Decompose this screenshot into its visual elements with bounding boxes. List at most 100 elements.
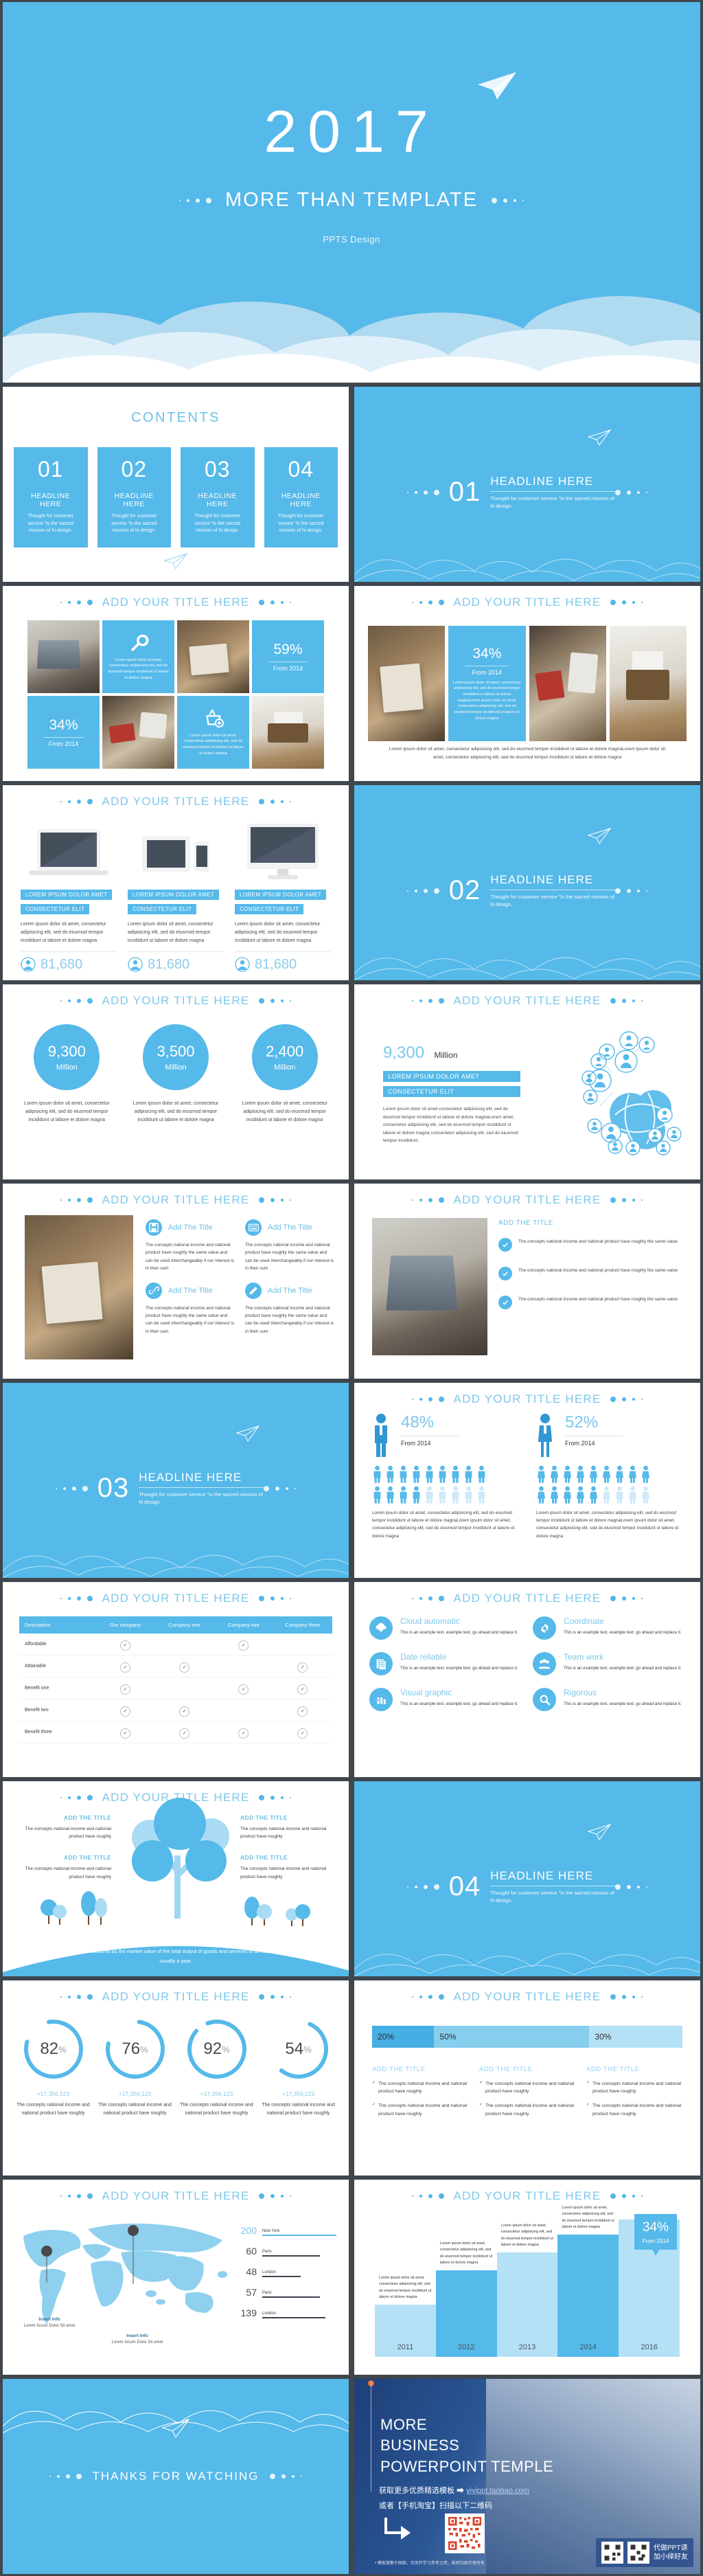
gauge-body: The concepts national income and nationa… [98, 2103, 172, 2116]
slide-comparison-table[interactable]: ADD YOUR TITLE HERE Description Our comp… [0, 1580, 352, 1779]
dots-right [259, 1795, 292, 1800]
slide-features[interactable]: ADD YOUR TITLE HERE Cloud automatic This… [352, 1580, 703, 1779]
dots-left [406, 888, 439, 894]
slide-promo[interactable]: MORE BUSINESS POWERPOINT TEMPLE 获取更多优质精选… [352, 2377, 703, 2576]
tree-item-body: The concepts national income and nationa… [240, 1866, 327, 1879]
promo-line-1: 获取更多优质精选模板 ➡ yiyippt.taobao.com [379, 2485, 529, 2496]
section-number: 02 [448, 875, 481, 906]
heading-line-3: POWERPOINT TEMPLE [380, 2457, 554, 2475]
dots-right [615, 1884, 648, 1890]
feature-item[interactable]: Visual graphic This is an example text. … [369, 1688, 522, 1711]
feature-item[interactable]: Coordinate This is an example text. exam… [533, 1616, 685, 1640]
slide-title: ADD YOUR TITLE HERE [102, 2189, 250, 2202]
slide-donut-gauges[interactable]: ADD YOUR TITLE HERE 82% +17,356,123 The … [0, 1978, 352, 2178]
device-count: 81,680 [235, 957, 297, 973]
slide-circle-stats[interactable]: ADD YOUR TITLE HERE 9,300 Million Lorem … [0, 982, 352, 1182]
slide-contents[interactable]: CONTENTS 01 HEADLINE HERE Thought for cu… [0, 385, 352, 584]
user-avatar-icon [128, 957, 143, 972]
slide-section-02[interactable]: 02 HEADLINE HERE Thought for customer se… [352, 783, 703, 982]
bullet-item: The concepts national income and nationa… [372, 2080, 468, 2095]
feature-card[interactable]: Add The Title The concepts national inco… [245, 1282, 335, 1336]
qr-code-small[interactable] [627, 2542, 649, 2564]
qr-code-small[interactable] [601, 2542, 623, 2564]
list-item-body: The concepts national income and nationa… [518, 1297, 678, 1302]
slide-tree[interactable]: ADD YOUR TITLE HERE ADD THE TITLE The co… [0, 1779, 352, 1978]
slide-section-03[interactable]: 03 HEADLINE HERE Thought for customer se… [0, 1381, 352, 1580]
row-cell: ✓ [273, 1660, 332, 1673]
cell-body: Lorem ipsum dolor sit amet, consectetur … [183, 733, 244, 756]
slide-thanks[interactable]: THANKS FOR WATCHING [0, 2377, 352, 2576]
network-body: Lorem ipsum dolor sit amet consectetur a… [383, 1107, 518, 1144]
feature-card[interactable]: Add The Title The concepts national inco… [146, 1219, 235, 1273]
stat-value: 34% [49, 717, 78, 733]
list-item[interactable]: The concepts national income and nationa… [498, 1267, 685, 1280]
slide-title[interactable]: 2017 MORE THAN TEMPLATE PPTS Design [0, 0, 703, 385]
device-tag-secondary: CONSECTETUR ELIT [21, 904, 90, 914]
list-item[interactable]: The concepts national income and nationa… [498, 1296, 685, 1309]
mosaic-grid: Lorem ipsum dolor sit amet, consectetur … [27, 620, 324, 769]
link-icon [146, 1282, 162, 1299]
pictogram-row [536, 1465, 682, 1483]
bullet-item: The concepts national income and nationa… [479, 2080, 575, 2095]
feature-card[interactable]: Add The Title The concepts national inco… [146, 1282, 235, 1336]
contents-card[interactable]: 03 HEADLINE HERE Thought for customer se… [181, 447, 255, 547]
feature-item[interactable]: Cloud automatic This is an example text.… [369, 1616, 522, 1640]
gauge-value: 76 [122, 2040, 141, 2058]
stat-value: 9,300 [47, 1043, 86, 1060]
slide-network[interactable]: ADD YOUR TITLE HERE 9,300 Million LOREM … [352, 982, 703, 1182]
slide-title-band: ADD YOUR TITLE HERE [3, 596, 349, 609]
section-body: Thought for customer service "Is the sac… [490, 495, 614, 509]
bar-category: 2012 [457, 2343, 475, 2351]
icon-cell: Lorem ipsum dolor sit amet, consectetur … [102, 620, 174, 693]
dots-left [60, 1795, 93, 1800]
qr-code[interactable] [445, 2513, 485, 2553]
cloud-outline-decoration [354, 558, 700, 582]
feature-item[interactable]: Team work This is an example text. examp… [533, 1652, 685, 1675]
slide-world-map[interactable]: ADD YOUR TITLE HERE Insert Info Lorem Io… [0, 2178, 352, 2377]
bullet-item: The concepts national income and nationa… [586, 2080, 682, 2095]
contents-card[interactable]: 01 HEADLINE HERE Thought for customer se… [14, 447, 88, 547]
comparison-table: Description Our company Company one Comp… [19, 1616, 332, 1743]
dots-left [406, 1884, 439, 1890]
small-trees-right [244, 1897, 310, 1926]
ranking-bar [262, 2255, 321, 2257]
card-number: 03 [204, 457, 231, 482]
card-number: 01 [37, 457, 64, 482]
slide-image-cards-a[interactable]: ADD YOUR TITLE HERE Add The Title The co… [0, 1182, 352, 1381]
slide-photo-mosaic-a[interactable]: ADD YOUR TITLE HERE Lorem ipsum dolor si… [0, 584, 352, 783]
promo-badge[interactable]: 代做PPT请 加小绎好友 [596, 2538, 693, 2567]
table-row: Benefit one ✓ ✓ ✓ [19, 1677, 332, 1699]
check-icon [498, 1296, 512, 1309]
slide-section-04[interactable]: 04 HEADLINE HERE Thought for customer se… [352, 1779, 703, 1978]
feature-item[interactable]: Date reliable This is an example text. e… [369, 1652, 522, 1675]
slide-bar-chart[interactable]: ADD YOUR TITLE HERE Lorem ipsum dolor si… [352, 2178, 703, 2377]
dots-right [610, 1994, 643, 2000]
table-row: Benefit three ✓ ✓ ✓ ✓ [19, 1721, 332, 1743]
slide-people-infographic[interactable]: ADD YOUR TITLE HERE 48% From 2014 Lorem … [352, 1381, 703, 1580]
check-icon: ✓ [119, 1706, 130, 1717]
gauge-label: 54% [266, 2016, 332, 2082]
circle-stat: 2,400 Million Lorem ipsum dolor sit amet… [235, 1024, 334, 1125]
slide-title-band: ADD YOUR TITLE HERE [354, 1990, 700, 2004]
slide-segmented-bar[interactable]: ADD YOUR TITLE HERE 20% 50% 30% ADD THE … [352, 1978, 703, 2178]
contents-card[interactable]: 04 HEADLINE HERE Thought for customer se… [264, 447, 338, 547]
user-avatar-icon [235, 957, 250, 972]
slide-devices[interactable]: ADD YOUR TITLE HERE LOREM IPSUM DOLOR AM… [0, 783, 352, 982]
slide-image-cards-b[interactable]: ADD YOUR TITLE HERE ADD THE TITLE The co… [352, 1182, 703, 1381]
mosaic-grid: 34% From 2014 Lorem ipsum dolor sit amet… [368, 626, 687, 741]
contents-card[interactable]: 02 HEADLINE HERE Thought for customer se… [97, 447, 171, 547]
slide-photo-mosaic-b[interactable]: ADD YOUR TITLE HERE 34% From 2014 Lorem … [352, 584, 703, 783]
card-number: 02 [121, 457, 148, 482]
dots-right [491, 197, 524, 203]
dots-right [610, 2193, 643, 2199]
feature-item[interactable]: Rigorous This is an example text. exampl… [533, 1688, 685, 1711]
slide-row-7: 03 HEADLINE HERE Thought for customer se… [0, 1381, 703, 1580]
stat-unit: Million [56, 1063, 78, 1072]
list-item[interactable]: The concepts national income and nationa… [498, 1238, 685, 1252]
slide-section-01[interactable]: 01 HEADLINE HERE Thought for customer se… [352, 385, 703, 584]
segment-column: ADD THE TITLE The concepts national inco… [372, 2066, 468, 2118]
dots-right [615, 888, 648, 894]
promo-link[interactable]: yiyippt.taobao.com [466, 2487, 529, 2495]
group-pct: 48% [401, 1413, 435, 1432]
feature-card[interactable]: Add The Title The concepts national inco… [245, 1219, 335, 1273]
